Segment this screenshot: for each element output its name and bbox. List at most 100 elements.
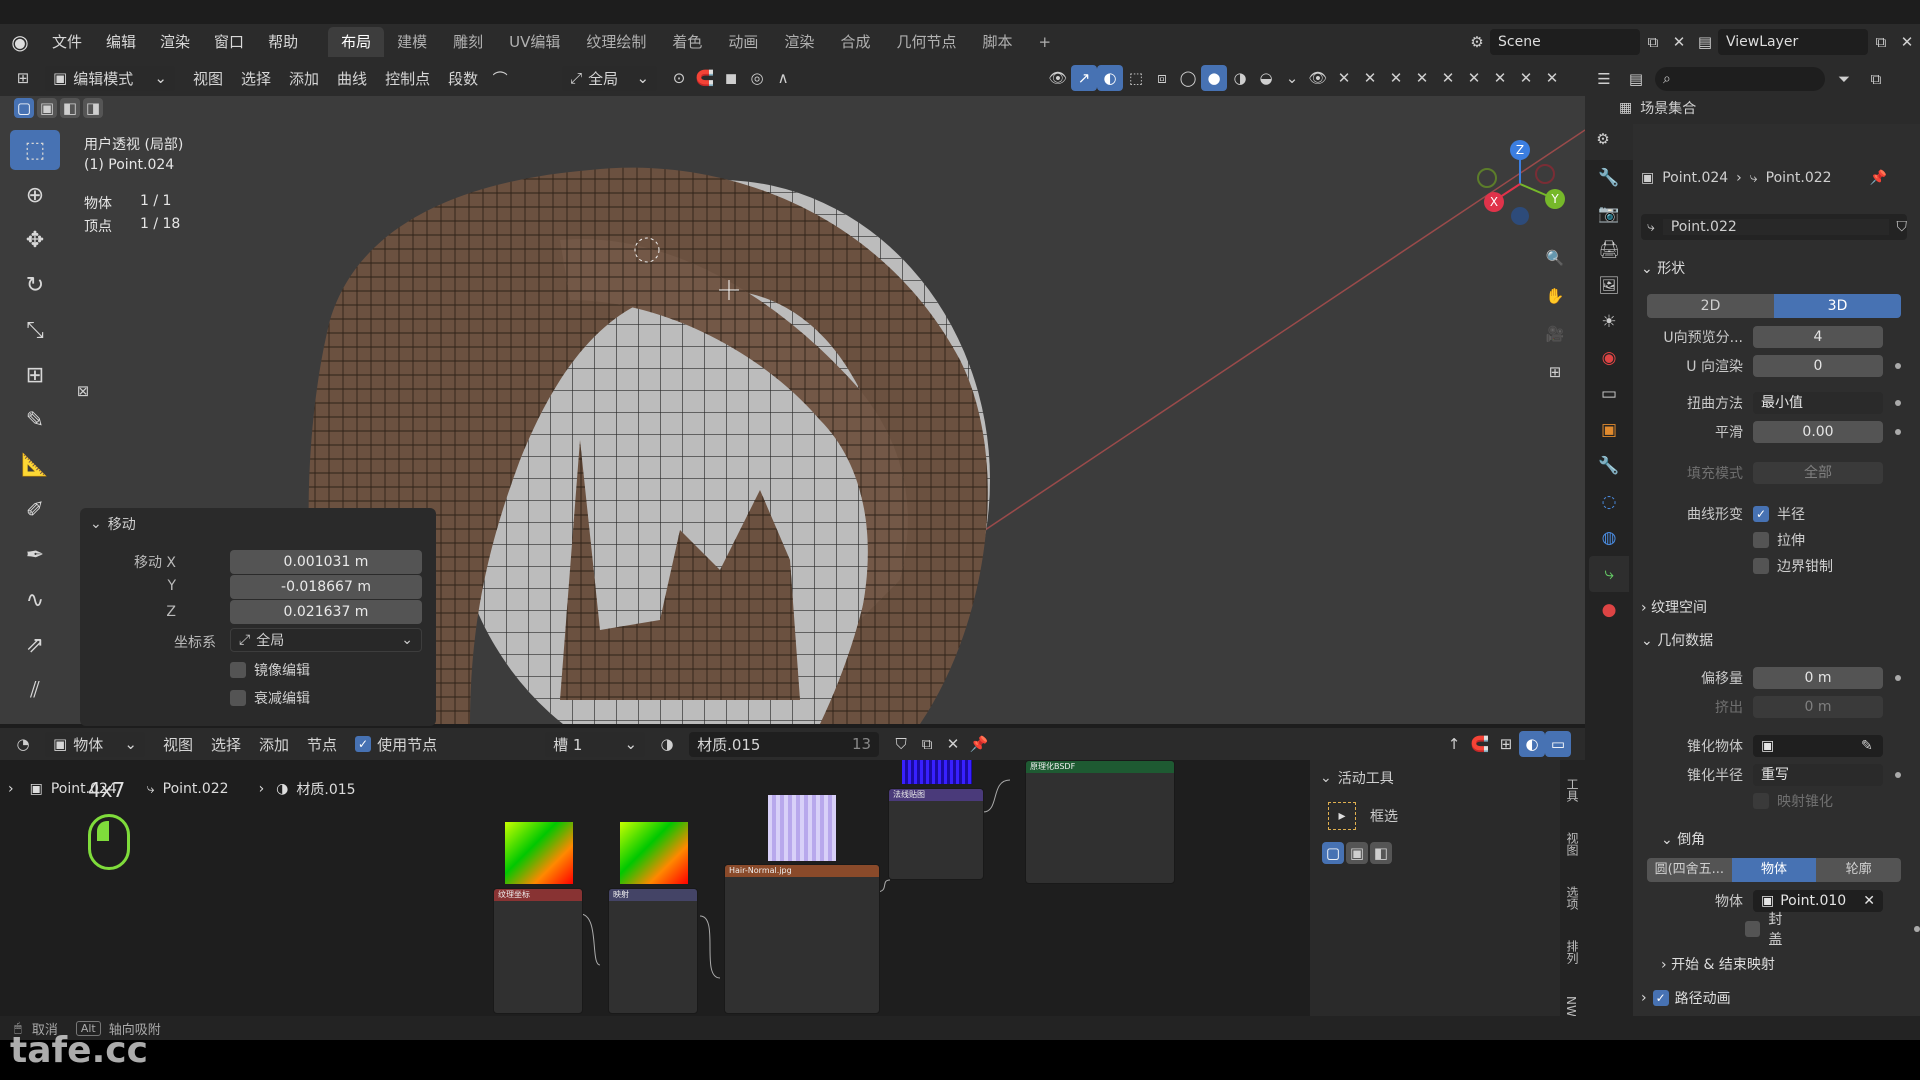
operator-panel-header[interactable]: ⌄ 移动 <box>90 514 136 534</box>
proportional-edit-option[interactable]: 衰减编辑 <box>230 688 310 708</box>
add-workspace-icon[interactable]: + <box>1025 27 1064 57</box>
slot-select[interactable]: 槽 1 ⌄ <box>545 731 646 757</box>
menu-edit[interactable]: 编辑 <box>94 24 148 60</box>
section-path-anim-header[interactable]: › ✓ 路径动画 <box>1641 988 1731 1008</box>
section-texture-space-header[interactable]: › 纹理空间 <box>1641 597 1707 617</box>
modifier-tab-icon[interactable]: 🔧 <box>1589 448 1629 484</box>
material-shading-icon[interactable]: ◑ <box>1227 65 1253 91</box>
sidebar-tab-view[interactable]: 视图 <box>1564 820 1581 868</box>
move-y-field[interactable]: -0.018667 m <box>230 575 422 599</box>
tab-uv-editing[interactable]: UV编辑 <box>496 27 573 57</box>
material-name-field[interactable]: 材质.015 13 <box>689 731 880 757</box>
world-tab-icon[interactable]: ◉ <box>1589 340 1629 376</box>
close-icon[interactable]: ✕ <box>1409 65 1435 91</box>
section-shape-header[interactable]: ⌄ 形状 <box>1641 258 1685 278</box>
scene-collection-row[interactable]: ▦ 场景集合 <box>1619 98 1696 118</box>
filter-icon[interactable]: ⏷ <box>1831 66 1857 92</box>
transform-icon[interactable]: ⊞ <box>10 355 60 395</box>
gizmo-z-label[interactable]: Z <box>1510 140 1530 160</box>
menu-view[interactable]: 视图 <box>184 68 232 89</box>
use-nodes-toggle[interactable]: ✓ 使用节点 <box>346 734 446 755</box>
measure-icon[interactable]: 📐 <box>10 445 60 485</box>
shader-type-select[interactable]: ▣ 物体 ⌄ <box>45 731 145 757</box>
mirror-checkbox[interactable] <box>230 662 246 678</box>
select-new-icon[interactable]: ▢ <box>14 98 34 118</box>
rotate-icon[interactable]: ↻ <box>10 265 60 305</box>
curve-draw-icon[interactable]: ∿ <box>10 580 60 620</box>
tab-shading[interactable]: 着色 <box>659 27 715 57</box>
draw-icon[interactable]: ✐ <box>10 490 60 530</box>
zoom-icon[interactable]: 🔍 <box>1542 245 1568 271</box>
smooth-field[interactable]: 0.00 <box>1753 421 1883 443</box>
display-mode-icon[interactable]: ▤ <box>1623 66 1649 92</box>
mirror-edit-option[interactable]: 镜像编辑 <box>230 660 310 680</box>
preview-u-field[interactable]: 4 <box>1753 326 1883 348</box>
select-extend-icon[interactable]: ▣ <box>37 98 57 118</box>
path-anim-checkbox[interactable]: ✓ <box>1652 990 1669 1006</box>
tab-rendering[interactable]: 渲染 <box>771 27 827 57</box>
proportional-edit-icon[interactable]: ◎ <box>744 65 770 91</box>
xray-icon[interactable]: ⧈ <box>1149 65 1175 91</box>
menu-select[interactable]: 选择 <box>232 68 280 89</box>
close-icon[interactable]: ✕ <box>1461 65 1487 91</box>
sidebar-tab-tool[interactable]: 工具 <box>1564 766 1581 814</box>
menu-add[interactable]: 添加 <box>280 68 328 89</box>
tab-sculpting[interactable]: 雕刻 <box>440 27 496 57</box>
menu-curve[interactable]: 曲线 <box>328 68 376 89</box>
parent-node-tree-icon[interactable]: ↑ <box>1441 731 1467 757</box>
move-z-field[interactable]: 0.021637 m <box>230 600 422 624</box>
shield-icon[interactable]: ⛉ <box>1897 219 1908 235</box>
view-layer-tab-icon[interactable]: 🖼 <box>1589 268 1629 304</box>
cursor-icon[interactable]: ⊕ <box>10 175 60 215</box>
close-icon[interactable]: ✕ <box>1331 65 1357 91</box>
gizmo-x-label[interactable]: X <box>1484 192 1504 212</box>
snap-element-icon[interactable]: ⊞ <box>1493 731 1519 757</box>
particles-tab-icon[interactable]: ◌ <box>1589 484 1629 520</box>
use-nodes-checkbox[interactable]: ✓ <box>355 736 372 752</box>
pan-hand-icon[interactable]: ✋ <box>1542 283 1568 309</box>
radius-checkbox[interactable]: ✓ <box>1753 506 1769 522</box>
mode-3d-button[interactable]: 3D <box>1774 294 1901 318</box>
bounds-clamp-checkbox[interactable] <box>1753 558 1769 574</box>
menu-file[interactable]: 文件 <box>40 24 94 60</box>
node-editor-type-icon[interactable]: ◔ <box>10 731 36 757</box>
pin-icon[interactable]: 📌 <box>966 731 992 757</box>
curve-tilt-icon[interactable]: ⌒ <box>487 65 513 91</box>
fill-caps-checkbox[interactable] <box>1745 921 1761 937</box>
keyframe-dot-icon[interactable] <box>1895 363 1901 369</box>
menu-control-points[interactable]: 控制点 <box>376 68 439 89</box>
outliner-search-input[interactable]: ⌕ <box>1655 67 1825 91</box>
view-layer-icon[interactable]: ▤ <box>1692 29 1718 55</box>
scene-selector[interactable]: Scene <box>1490 29 1640 55</box>
scene-icon[interactable]: ⚙ <box>1464 29 1490 55</box>
keyframe-dot-icon[interactable] <box>1895 400 1901 406</box>
select-subtract-icon[interactable]: ◧ <box>1370 842 1392 864</box>
render-u-field[interactable]: 0 <box>1753 355 1883 377</box>
node-principled-bsdf[interactable]: 原理化BSDF <box>1025 760 1175 884</box>
gizmo-y-label[interactable]: Y <box>1545 189 1565 209</box>
tab-layout[interactable]: 布局 <box>328 27 385 57</box>
sidebar-tab-options[interactable]: 选项 <box>1564 874 1581 922</box>
transform-orientation-selector[interactable]: ⤢ 全局 ⌄ <box>562 65 658 91</box>
bevel-profile-button[interactable]: 轮廓 <box>1816 858 1902 882</box>
sidebar-tab-arrange[interactable]: 排列 <box>1564 928 1581 976</box>
delete-scene-icon[interactable]: ✕ <box>1666 29 1692 55</box>
snap-icon[interactable]: 🧲 <box>692 65 718 91</box>
offset-field[interactable]: 0 m <box>1753 667 1883 689</box>
solid-shading-icon[interactable]: ● <box>1201 65 1227 91</box>
move-icon[interactable]: ✥ <box>10 220 60 260</box>
keyframe-dot-icon[interactable] <box>1895 429 1901 435</box>
rendered-shading-icon[interactable]: ◒ <box>1253 65 1279 91</box>
node-image-texture[interactable]: Hair-Normal.jpg <box>724 864 880 1014</box>
close-icon[interactable]: ✕ <box>1539 65 1565 91</box>
tab-modeling[interactable]: 建模 <box>384 27 440 57</box>
node-mapping[interactable]: 映射 <box>608 888 698 1014</box>
navigation-gizmo[interactable]: Z Y X <box>1470 134 1580 244</box>
coord-system-select[interactable]: ⤢ 全局 ⌄ <box>230 628 422 652</box>
select-extend-icon[interactable]: ▣ <box>1346 842 1368 864</box>
mode-selector[interactable]: ▣ 编辑模式 ⌄ <box>45 65 175 91</box>
pen-icon[interactable]: ✒ <box>10 535 60 575</box>
new-scene-icon[interactable]: ⧉ <box>1640 29 1666 55</box>
falloff-icon[interactable]: ∧ <box>770 65 796 91</box>
keyframe-dot-icon[interactable] <box>1914 926 1920 932</box>
